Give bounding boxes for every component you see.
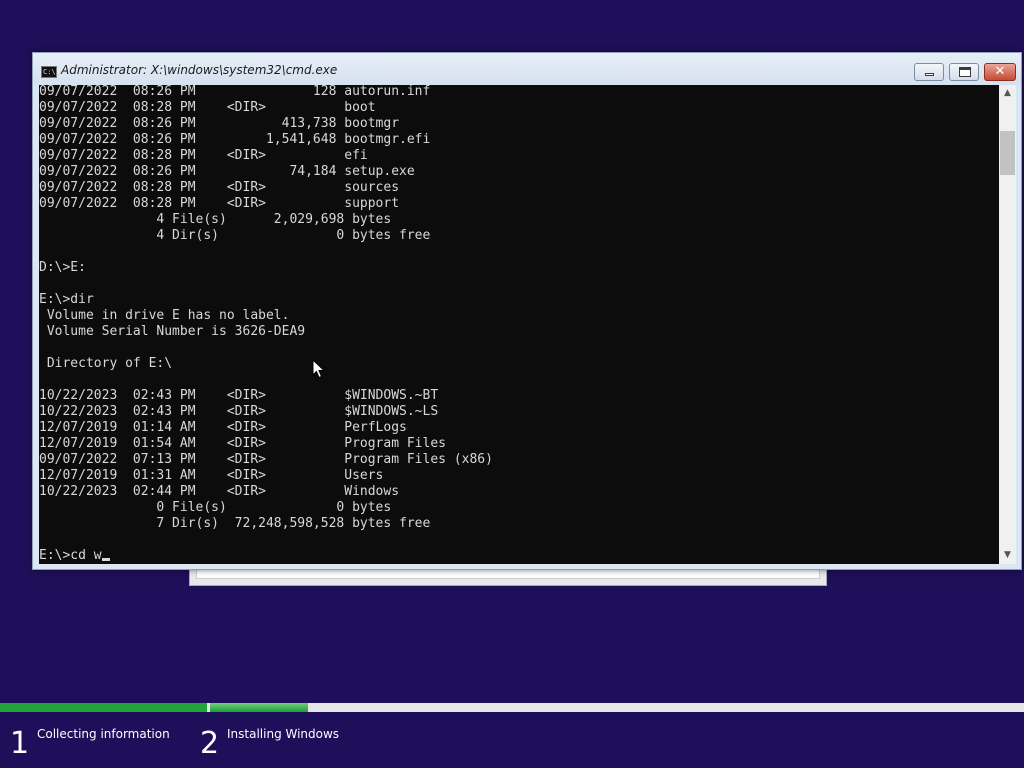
vertical-scrollbar[interactable]: ▲ ▼ <box>999 85 1016 564</box>
step-2-label: Installing Windows <box>227 727 340 741</box>
maximize-button[interactable] <box>949 63 979 81</box>
maximize-icon <box>959 67 971 77</box>
text-cursor <box>101 558 110 561</box>
mouse-pointer-icon <box>312 359 326 379</box>
progress-collecting-information <box>0 703 207 712</box>
step-1-number: 1 <box>10 726 30 761</box>
console-text: 09/07/2022 08:26 PM 128 autorun.inf 09/0… <box>39 85 493 564</box>
progress-installing-track <box>210 703 1024 712</box>
close-icon: ✕ <box>994 64 1006 79</box>
scroll-up-button[interactable]: ▲ <box>999 85 1016 102</box>
step-1-label: Collecting information <box>37 727 170 741</box>
minimize-icon <box>925 73 934 76</box>
scroll-thumb[interactable] <box>1000 131 1015 175</box>
setup-progress-bar <box>0 703 1024 712</box>
title-bar[interactable]: C:\ Administrator: X:\windows\system32\c… <box>33 53 1021 85</box>
cmd-icon[interactable]: C:\ <box>41 66 57 78</box>
progress-installing-windows <box>210 703 308 712</box>
scroll-down-button[interactable]: ▼ <box>999 547 1016 564</box>
setup-desktop: C:\ Administrator: X:\windows\system32\c… <box>0 0 1024 768</box>
console-history: 09/07/2022 08:26 PM 128 autorun.inf 09/0… <box>39 85 493 531</box>
step-2-number: 2 <box>200 726 220 761</box>
window-title: Administrator: X:\windows\system32\cmd.e… <box>61 63 338 77</box>
minimize-button[interactable] <box>914 63 944 81</box>
cmd-window[interactable]: C:\ Administrator: X:\windows\system32\c… <box>32 52 1022 570</box>
console-output[interactable]: 09/07/2022 08:26 PM 128 autorun.inf 09/0… <box>39 85 999 564</box>
close-button[interactable]: ✕ <box>984 63 1016 81</box>
command-prompt-input[interactable]: E:\>cd w <box>39 548 102 563</box>
setup-dialog-inner <box>196 569 820 579</box>
